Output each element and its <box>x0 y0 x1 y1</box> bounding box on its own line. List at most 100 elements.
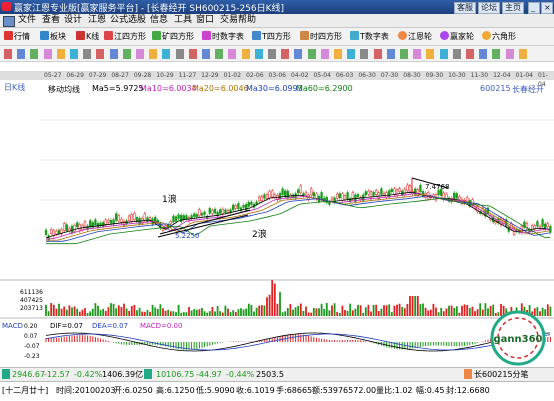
volume-bar <box>211 307 214 316</box>
menu-tools[interactable]: 工具 <box>174 15 192 26</box>
chart-grid <box>40 119 554 241</box>
close-icon[interactable]: × <box>541 2 553 14</box>
square-icon[interactable] <box>254 49 263 59</box>
volume-bar <box>383 305 385 316</box>
candle <box>273 194 276 198</box>
volume-bar <box>271 280 274 316</box>
gann-icon[interactable] <box>162 49 171 59</box>
menu-info[interactable]: 信息 <box>150 15 168 26</box>
candle <box>403 188 406 196</box>
volume-bar <box>315 308 318 316</box>
line-icon[interactable] <box>30 49 39 59</box>
volume-bar <box>203 311 206 316</box>
menu-file[interactable]: 文件 <box>18 15 36 26</box>
text-icon[interactable] <box>188 49 197 59</box>
volume-bar <box>367 304 370 316</box>
channel-icon[interactable] <box>56 49 65 59</box>
candle <box>190 215 193 219</box>
tick-detail-button[interactable]: 长600215分笔 <box>474 369 529 381</box>
menu-design[interactable]: 设计 <box>64 15 82 26</box>
help-icon[interactable] <box>518 49 527 59</box>
angle-icon[interactable] <box>175 49 184 59</box>
ruler-icon[interactable] <box>347 49 356 59</box>
delete-icon[interactable] <box>386 49 395 59</box>
pitch-icon[interactable] <box>268 49 276 59</box>
volume-bar <box>302 310 305 316</box>
right-icon[interactable] <box>439 49 448 59</box>
mine-square-button[interactable]: 矿四方形 <box>152 30 194 43</box>
price-chart[interactable]: 1浪 2浪 5.2250 7.4768 611136 407425 203713… <box>0 80 554 368</box>
fan-icon[interactable] <box>122 49 131 59</box>
minimize-icon[interactable]: _ <box>528 2 540 14</box>
winner-wheel-button[interactable]: 赢家轮 <box>440 30 474 43</box>
box-icon[interactable] <box>136 49 144 59</box>
flag-icon[interactable] <box>373 49 382 59</box>
candle <box>73 225 76 232</box>
sector-button[interactable]: 板块 <box>40 30 66 43</box>
t-number-button[interactable]: T数字表 <box>350 30 389 43</box>
cross-icon[interactable] <box>17 49 26 59</box>
gann-wheel-button[interactable]: 江恩轮 <box>398 30 432 43</box>
hexagon-button[interactable]: 六角形 <box>482 30 516 43</box>
volume-bar <box>234 312 237 316</box>
ellipse-icon[interactable] <box>307 49 316 59</box>
candle <box>330 197 334 201</box>
menu-formula[interactable]: 公式选股 <box>110 15 146 26</box>
volume-bar <box>268 294 271 316</box>
rect-icon[interactable] <box>294 49 303 59</box>
note-icon[interactable] <box>334 49 342 59</box>
mine-square-icon <box>152 31 161 40</box>
app-menu-icon[interactable] <box>3 16 15 27</box>
volume-bar <box>318 308 320 316</box>
candle <box>364 191 367 196</box>
menu-window[interactable]: 窗口 <box>196 15 214 26</box>
forum-button[interactable]: 论坛 <box>478 2 500 14</box>
volume-bar <box>167 309 170 316</box>
volume-bar <box>117 305 120 316</box>
t-square-icon <box>252 31 261 40</box>
volume-bar <box>489 305 492 316</box>
homepage-button[interactable]: 主页 <box>502 2 524 14</box>
eraser-icon[interactable] <box>202 49 210 59</box>
down-icon[interactable] <box>466 49 474 59</box>
menu-gann[interactable]: 江恩 <box>88 15 106 26</box>
left-icon[interactable] <box>426 49 435 59</box>
zoom-out-icon[interactable] <box>413 49 422 59</box>
kline-button[interactable]: K线 <box>76 30 99 43</box>
mark-icon[interactable] <box>360 49 369 59</box>
circle-icon[interactable] <box>96 49 105 59</box>
menu-trade-help[interactable]: 交易帮助 <box>220 15 256 26</box>
fib-icon[interactable] <box>83 49 92 59</box>
gann-square-button[interactable]: 江四方形 <box>104 30 146 43</box>
period-icon[interactable] <box>215 49 224 59</box>
speed-icon[interactable] <box>241 49 250 59</box>
up-icon[interactable] <box>452 49 461 59</box>
wedge-icon[interactable] <box>281 49 290 59</box>
volume-bar <box>242 309 245 316</box>
spiral-icon[interactable] <box>320 49 329 59</box>
arc-icon[interactable] <box>109 49 118 59</box>
time-square-button[interactable]: 时四方形 <box>300 30 342 43</box>
arrow-icon[interactable] <box>4 49 12 59</box>
volume-label-mid: 407425 <box>20 297 43 304</box>
refresh-icon[interactable] <box>505 49 514 59</box>
cycle-icon[interactable] <box>149 49 158 59</box>
service-button[interactable]: 客服 <box>454 2 476 14</box>
zoom-in-icon[interactable] <box>400 49 408 59</box>
macd-scale-3: -0.07 <box>24 343 40 350</box>
t-square-button[interactable]: T四方形 <box>252 30 291 43</box>
date-tick: 12-04 <box>493 72 511 79</box>
date-tick: 09-30 <box>425 72 444 79</box>
quote-button[interactable]: 行情 <box>4 30 30 43</box>
candle <box>112 219 115 225</box>
ray-icon[interactable] <box>43 49 52 59</box>
parallel-icon[interactable] <box>70 49 78 59</box>
time-number-button[interactable]: 时数字表 <box>202 30 244 43</box>
wave-icon[interactable] <box>228 49 237 59</box>
menu-view[interactable]: 查看 <box>42 15 60 26</box>
home-icon[interactable] <box>479 49 488 59</box>
volume-bar <box>325 303 328 316</box>
volume-bar <box>372 304 375 316</box>
end-icon[interactable] <box>492 49 501 59</box>
volume-bar <box>328 310 331 316</box>
